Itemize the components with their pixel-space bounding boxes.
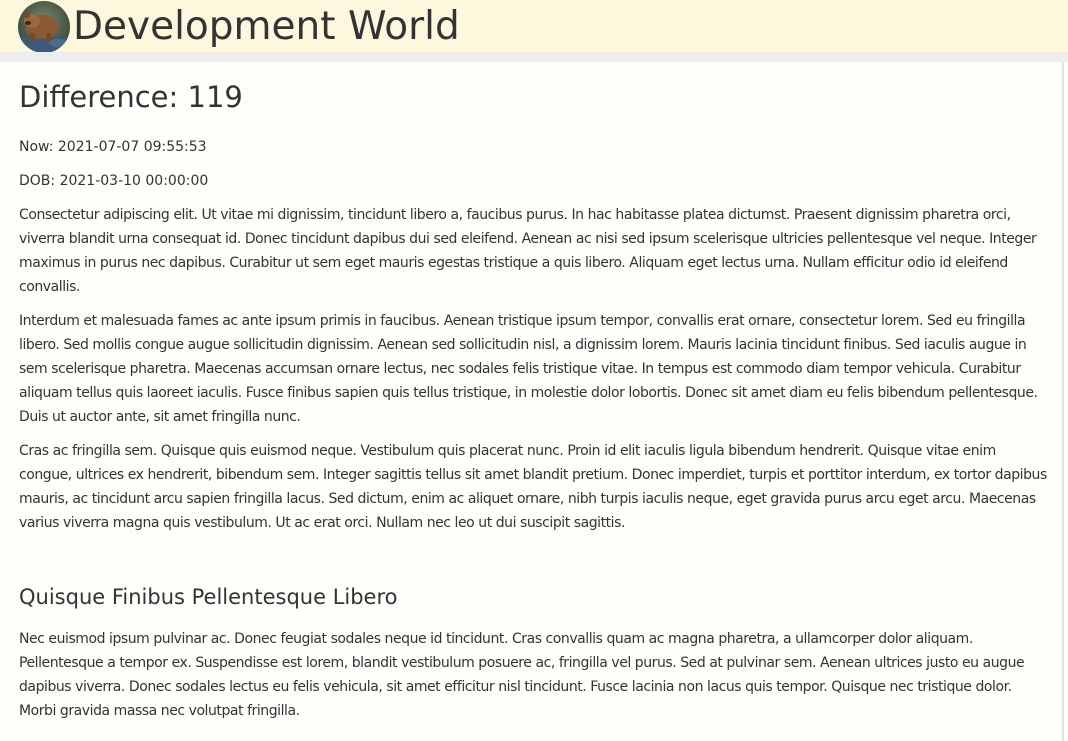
page-title: Difference: 119	[19, 80, 243, 114]
site-header: Development World	[0, 0, 1068, 53]
site-title[interactable]: Development World	[73, 2, 460, 52]
body-paragraph-2: Interdum et malesuada fames ac ante ipsu…	[19, 313, 1038, 425]
section-paragraph: Nec euismod ipsum pulvinar ac. Donec feu…	[19, 631, 1025, 719]
now-timestamp: Now: 2021-07-07 09:55:53	[19, 139, 207, 155]
body-paragraph-1: Consectetur adipiscing elit. Ut vitae mi…	[19, 207, 1037, 295]
header-divider	[0, 52, 1068, 62]
dob-timestamp: DOB: 2021-03-10 00:00:00	[19, 173, 209, 189]
body-paragraph-3: Cras ac fringilla sem. Quisque quis euis…	[19, 443, 1047, 531]
main-content: Difference: 119 Now: 2021-07-07 09:55:53…	[0, 62, 1064, 741]
bear-avatar-icon[interactable]	[18, 1, 70, 53]
section-heading: Quisque Finibus Pellentesque Libero	[19, 585, 398, 609]
